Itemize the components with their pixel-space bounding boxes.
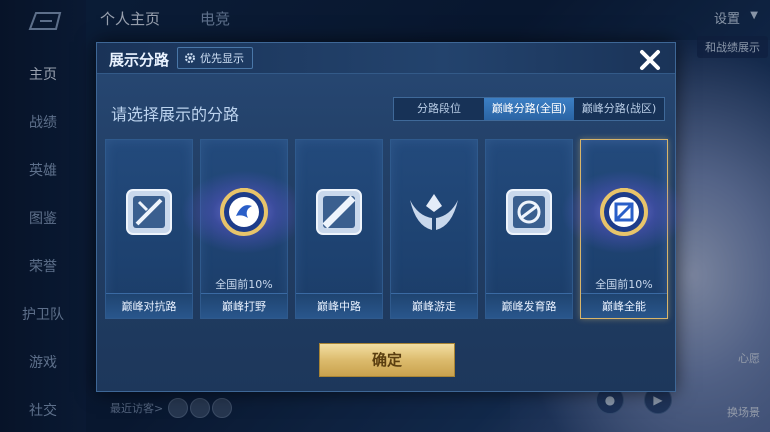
- roam-icon: [410, 194, 458, 230]
- all-round-medal-icon: [600, 188, 648, 236]
- tab-peak-lane-national[interactable]: 巅峰分路(全国): [484, 98, 574, 120]
- card-label: 巅峰全能: [602, 300, 646, 313]
- rank-text: 全国前10%: [595, 278, 653, 291]
- lane-card-farm[interactable]: 巅峰发育路: [485, 139, 573, 319]
- lane-type-segment: 分路段位 巅峰分路(全国) 巅峰分路(战区): [393, 97, 665, 121]
- tab-lane-rank[interactable]: 分路段位: [394, 98, 484, 120]
- lane-card-all-round[interactable]: 全国前10% 巅峰全能: [561, 139, 687, 319]
- lane-card-clash[interactable]: 巅峰对抗路: [105, 139, 193, 319]
- lane-cards: 巅峰对抗路 全国前10% 巅峰打野 巅峰中路 巅峰游走 巅峰发育路 全国前10%…: [105, 139, 687, 321]
- dialog-header: 展示分路 优先显示: [97, 43, 675, 74]
- card-label: 巅峰打野: [222, 300, 266, 313]
- dialog-title: 展示分路: [109, 51, 170, 69]
- close-icon[interactable]: [637, 47, 663, 73]
- card-label: 巅峰对抗路: [121, 300, 177, 313]
- clash-lane-icon: [126, 189, 172, 235]
- confirm-button[interactable]: 确定: [319, 343, 455, 377]
- display-lane-dialog: 展示分路 优先显示 请选择展示的分路 分路段位 巅峰分路(全国) 巅峰分路(战区…: [96, 42, 687, 392]
- lane-card-jungle[interactable]: 全国前10% 巅峰打野: [181, 139, 307, 319]
- tab-peak-lane-region[interactable]: 巅峰分路(战区): [574, 98, 664, 120]
- jungle-medal-icon: [220, 188, 268, 236]
- rank-text: 全国前10%: [215, 278, 273, 291]
- mid-lane-icon: [316, 189, 362, 235]
- card-label: 巅峰发育路: [501, 300, 557, 313]
- card-label: 巅峰中路: [317, 300, 361, 313]
- gear-icon: [185, 53, 195, 63]
- priority-display-button[interactable]: 优先显示: [177, 47, 253, 69]
- card-label: 巅峰游走: [412, 300, 456, 313]
- dialog-subtitle: 请选择展示的分路: [111, 105, 240, 124]
- priority-display-label: 优先显示: [200, 52, 244, 65]
- lane-card-roam[interactable]: 巅峰游走: [390, 139, 478, 319]
- farm-lane-icon: [506, 189, 552, 235]
- lane-card-mid[interactable]: 巅峰中路: [295, 139, 383, 319]
